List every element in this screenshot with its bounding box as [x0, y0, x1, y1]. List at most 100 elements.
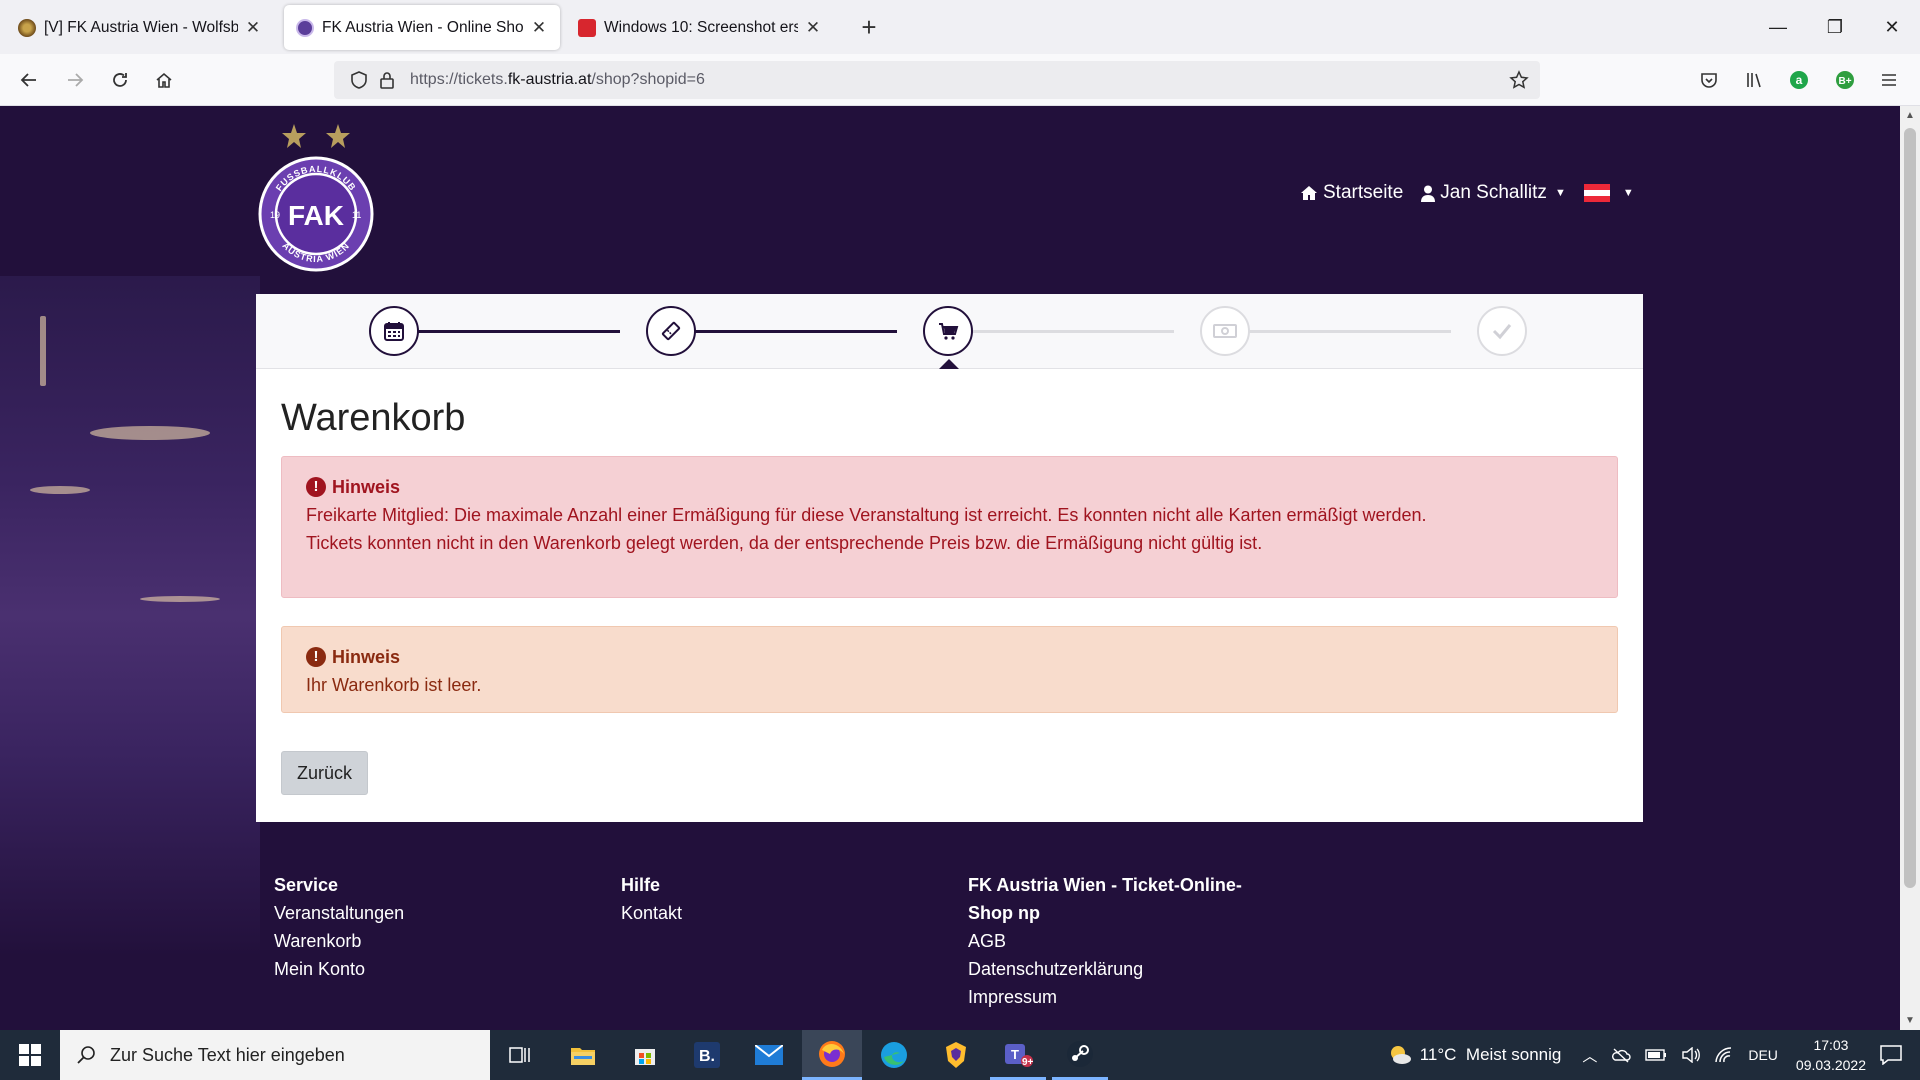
booking-app-icon[interactable]: B.: [679, 1030, 735, 1080]
url-bar[interactable]: https://tickets.fk-austria.at/shop?shopi…: [334, 61, 1540, 99]
search-placeholder: Zur Suche Text hier eingeben: [110, 1044, 345, 1065]
language-selector[interactable]: ▼: [1583, 184, 1634, 202]
step-ticket[interactable]: [646, 306, 696, 356]
stadium-background-image: [0, 276, 260, 956]
tab-screenshot[interactable]: Windows 10: Screenshot erstellen ✕: [566, 5, 834, 50]
scroll-down-icon[interactable]: ▼: [1905, 1015, 1915, 1026]
page-scrollbar[interactable]: ▲ ▼: [1900, 106, 1920, 1030]
active-step-pointer: [939, 359, 959, 369]
extension-b-icon[interactable]: B+: [1828, 63, 1862, 97]
forward-arrow-icon[interactable]: [58, 63, 92, 97]
extension-a-icon[interactable]: a: [1782, 63, 1816, 97]
battery-icon[interactable]: [1645, 1049, 1667, 1061]
austria-flag-icon: [1583, 184, 1610, 202]
footer-link-agb[interactable]: AGB: [968, 927, 1242, 955]
scroll-up-icon[interactable]: ▲: [1905, 110, 1915, 121]
tab-close-icon[interactable]: ✕: [804, 18, 822, 38]
checkmark-icon: [1492, 324, 1512, 340]
speaker-volume-icon[interactable]: [1681, 1047, 1701, 1063]
shopping-cart-icon: [939, 323, 959, 340]
teams-badge: 9+: [1022, 1057, 1034, 1068]
ticket-icon: [661, 321, 681, 341]
tab-wolfsberg[interactable]: [V] FK Austria Wien - Wolfsberg ✕: [6, 5, 274, 50]
svg-text:B+: B+: [1838, 76, 1851, 87]
footer-link-kontakt[interactable]: Kontakt: [621, 899, 682, 927]
footer-shop: FK Austria Wien - Ticket-Online- Shop np…: [968, 871, 1242, 1011]
start-button[interactable]: [0, 1030, 60, 1080]
site-navigation: Startseite Jan Schallitz ▼ ▼: [1300, 182, 1652, 204]
weather-text[interactable]: 11°C Meist sonnig: [1420, 1045, 1562, 1065]
footer-heading: FK Austria Wien - Ticket-Online-: [968, 875, 1242, 895]
tab-title: Windows 10: Screenshot erstellen: [604, 18, 798, 36]
footer-link-warenkorb[interactable]: Warenkorb: [274, 927, 404, 955]
exclamation-icon: !: [306, 647, 326, 667]
checkout-steps: [256, 294, 1643, 369]
fk-austria-logo[interactable]: FAK 19 11 FUSSBALLKLUB AUSTRIA WIEN: [256, 114, 376, 274]
footer-heading-cont: Shop np: [968, 903, 1040, 923]
footer-link-impressum[interactable]: Impressum: [968, 983, 1242, 1011]
firefox-taskbar-icon[interactable]: [802, 1030, 862, 1080]
tab-close-icon[interactable]: ✕: [530, 18, 548, 38]
alert-message: Ihr Warenkorb ist leer.: [306, 675, 482, 695]
cloud-offline-icon[interactable]: [1611, 1047, 1631, 1063]
minimize-icon[interactable]: —: [1758, 10, 1798, 44]
mail-icon[interactable]: [741, 1030, 797, 1080]
file-explorer-icon[interactable]: [555, 1030, 611, 1080]
home-icon[interactable]: [147, 63, 181, 97]
step-payment: [1200, 306, 1250, 356]
svg-text:19: 19: [270, 210, 280, 220]
exclamation-icon: !: [306, 477, 326, 497]
footer-link-datenschutz[interactable]: Datenschutzerklärung: [968, 955, 1242, 983]
close-window-icon[interactable]: ✕: [1872, 10, 1912, 44]
nav-user-label: Jan Schallitz: [1440, 182, 1547, 203]
star-icon: [282, 124, 350, 148]
weather-sun-cloud-icon[interactable]: [1388, 1043, 1412, 1067]
tab-close-icon[interactable]: ✕: [244, 18, 262, 38]
taskbar-search-box[interactable]: Zur Suche Text hier eingeben: [60, 1030, 490, 1080]
input-language[interactable]: DEU: [1748, 1047, 1778, 1063]
reload-icon[interactable]: [103, 63, 137, 97]
alert-message: Tickets konnten nicht in den Warenkorb g…: [306, 533, 1263, 553]
svg-text:FAK: FAK: [288, 200, 344, 231]
bookmark-star-icon[interactable]: [1502, 63, 1536, 97]
restore-icon[interactable]: ❐: [1815, 10, 1855, 44]
web-page: FAK 19 11 FUSSBALLKLUB AUSTRIA WIEN Star…: [0, 106, 1900, 1030]
money-icon: [1213, 324, 1237, 338]
notification-center-icon[interactable]: [1880, 1045, 1902, 1065]
brave-browser-icon[interactable]: [928, 1030, 984, 1080]
windows-taskbar: Zur Suche Text hier eingeben B. T 9+ 11°…: [0, 1030, 1920, 1080]
library-icon[interactable]: [1737, 63, 1771, 97]
search-icon: [77, 1046, 95, 1064]
wifi-icon[interactable]: [1715, 1047, 1733, 1063]
task-view-icon[interactable]: [492, 1030, 548, 1080]
menu-hamburger-icon[interactable]: [1872, 63, 1906, 97]
teams-icon[interactable]: T 9+: [990, 1030, 1046, 1080]
step-cart[interactable]: [923, 306, 973, 356]
step-connector: [1224, 330, 1451, 333]
footer-link-veranstaltungen[interactable]: Veranstaltungen: [274, 899, 404, 927]
scroll-thumb[interactable]: [1904, 128, 1916, 888]
tab-title: [V] FK Austria Wien - Wolfsberg: [44, 18, 238, 36]
clock-date: 09.03.2022: [1795, 1057, 1866, 1073]
steam-icon[interactable]: [1052, 1030, 1108, 1080]
chevron-up-icon[interactable]: ︿: [1582, 1045, 1597, 1066]
tab-favicon-icon: [296, 18, 314, 37]
clock-time: 17:03: [1813, 1037, 1849, 1053]
clock[interactable]: 17:03 09.03.2022: [1796, 1035, 1866, 1075]
footer-link-mein-konto[interactable]: Mein Konto: [274, 955, 404, 983]
edge-icon[interactable]: [866, 1030, 922, 1080]
back-arrow-icon[interactable]: [12, 63, 46, 97]
step-connector: [947, 330, 1174, 333]
new-tab-button[interactable]: +: [856, 12, 882, 42]
nav-startseite[interactable]: Startseite: [1300, 182, 1403, 204]
nav-user-menu[interactable]: Jan Schallitz ▼: [1421, 182, 1566, 204]
tab-favicon-icon: [578, 18, 596, 37]
microsoft-store-icon[interactable]: [617, 1030, 673, 1080]
svg-text:a: a: [1796, 73, 1803, 87]
pocket-icon[interactable]: [1692, 63, 1726, 97]
url-text: https://tickets.fk-austria.at/shop?shopi…: [410, 71, 705, 88]
lock-icon[interactable]: [370, 63, 404, 97]
tab-online-shop[interactable]: FK Austria Wien - Online Shop ✕: [284, 5, 560, 50]
step-calendar[interactable]: [369, 306, 419, 356]
back-button[interactable]: Zurück: [281, 751, 368, 795]
